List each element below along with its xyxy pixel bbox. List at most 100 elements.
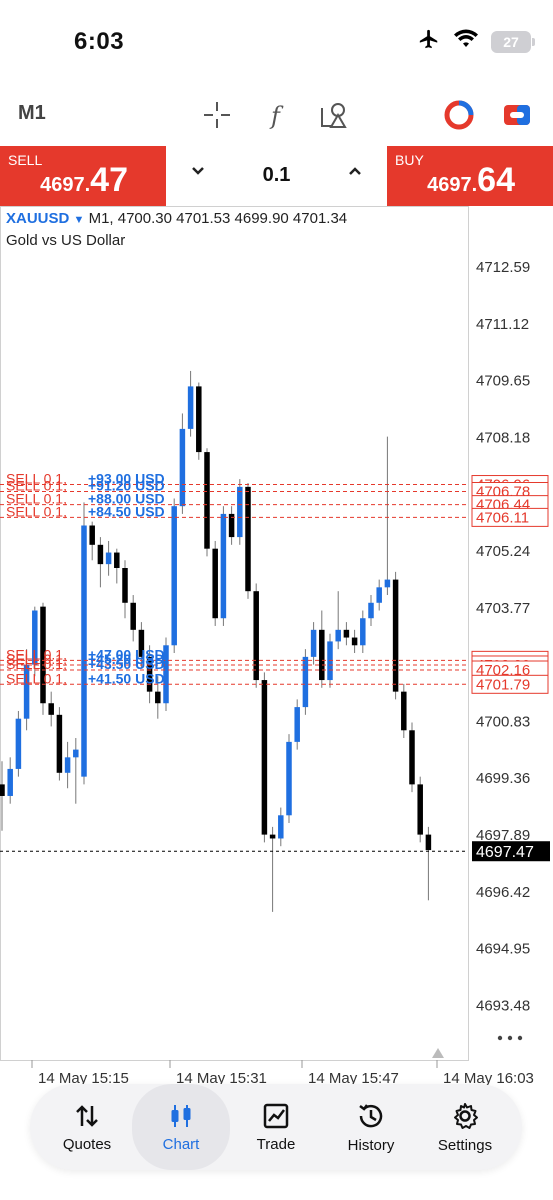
symbol-dropdown-icon[interactable]: ▼ [74, 214, 85, 226]
more-dots-icon[interactable] [497, 1035, 503, 1041]
candle-body [15, 718, 22, 769]
candle-body [48, 703, 54, 715]
nav-trade[interactable]: Trade [227, 1084, 325, 1170]
y-tick-label: 4708.18 [476, 429, 530, 446]
lot-increase-chevron-up-icon[interactable] [347, 162, 363, 185]
buy-label: BUY [395, 152, 424, 168]
candle-body [392, 579, 399, 692]
candle-body [245, 486, 251, 592]
candle-body [187, 386, 194, 429]
history-clock-icon [359, 1103, 383, 1127]
objects-icon[interactable] [318, 98, 352, 132]
candle-body [319, 629, 325, 681]
buy-price-small: 4697. [427, 174, 478, 196]
y-tick-label: 4696.42 [476, 884, 530, 901]
sell-label: SELL [8, 152, 43, 168]
lot-size-control: 0.1 [166, 146, 387, 206]
sell-price-big: 47 [90, 161, 128, 199]
chart-description: Gold vs US Dollar [6, 232, 126, 249]
candle-body [64, 757, 71, 773]
candle-body [302, 656, 309, 708]
candle-body [0, 784, 5, 796]
candle-body [384, 579, 391, 588]
candle-body [7, 768, 13, 796]
candle-body [122, 568, 128, 603]
candle-body [97, 544, 104, 565]
chart-canvas[interactable]: 4712.59 4711.12 4709.65 4708.18 4705.24 4703.… [0, 206, 553, 1087]
candle-body [360, 618, 366, 646]
candle-body [89, 525, 95, 545]
candle-body [237, 486, 243, 538]
sell-button[interactable]: SELL 4697.47 [0, 146, 166, 206]
candle-body [286, 741, 292, 816]
nav-history-label: History [347, 1136, 395, 1154]
nav-chart[interactable]: Chart [132, 1084, 230, 1170]
candles-icon [171, 1104, 191, 1127]
scroll-end-icon[interactable] [432, 1048, 444, 1058]
candle-body [56, 714, 63, 773]
sell-price-small: 4697. [40, 174, 91, 196]
candle-body [105, 552, 112, 565]
y-tick-label: 4703.77 [476, 600, 530, 617]
nav-settings[interactable]: Settings [416, 1084, 514, 1170]
candle-body [114, 552, 120, 569]
candle-body [171, 506, 177, 646]
gear-icon [454, 1102, 478, 1129]
candle-body [253, 591, 259, 681]
airplane-icon [417, 28, 441, 55]
quotes-arrows-icon [76, 1104, 98, 1127]
price-chart[interactable]: 4712.59 4711.12 4709.65 4708.18 4705.24 4703.… [0, 206, 553, 1087]
y-tick-label: 4700.83 [476, 713, 530, 730]
sell-price: 4697.47 [40, 161, 128, 200]
candle-body [335, 629, 341, 642]
order-upper-price-label: 4706.11 [476, 509, 529, 526]
one-click-trading-icon[interactable] [500, 98, 534, 132]
more-dots-icon[interactable] [517, 1035, 523, 1041]
chart-ohlc: M1, 4700.30 4701.53 4699.90 4701.34 [88, 210, 348, 227]
trading-signals-icon[interactable] [442, 98, 476, 132]
status-icons: 27 [417, 28, 535, 55]
nav-history[interactable]: History [322, 1084, 420, 1170]
crosshair-icon[interactable] [200, 98, 234, 132]
y-tick-label: 4711.12 [476, 316, 529, 333]
timeframe-button[interactable]: M1 [18, 102, 46, 125]
y-tick-label: 4705.24 [476, 543, 530, 560]
more-dots-icon[interactable] [507, 1035, 513, 1041]
candle-body [368, 602, 374, 619]
nav-settings-label: Settings [437, 1136, 493, 1154]
candle-body [310, 629, 317, 657]
candle-body [343, 629, 350, 638]
chart-title: XAUUSD ▼ M1, 4700.30 4701.53 4699.90 470… [6, 210, 347, 227]
chart-symbol[interactable]: XAUUSD [6, 210, 69, 227]
y-tick-label: 4712.59 [476, 259, 530, 276]
battery-indicator: 27 [491, 30, 535, 53]
trade-chart-icon [263, 1103, 289, 1128]
candle-body [130, 602, 136, 630]
buy-button[interactable]: BUY 4697.64 [387, 146, 553, 206]
candle-body [376, 587, 382, 603]
candle-body [196, 386, 202, 453]
nav-trade-label: Trade [256, 1135, 296, 1153]
nav-chart-label: Chart [162, 1135, 200, 1153]
candle-body [81, 525, 87, 777]
svg-text:f: f [269, 102, 284, 130]
candle-body [294, 707, 300, 742]
buy-price-big: 64 [477, 161, 515, 199]
buy-price: 4697.64 [427, 161, 515, 200]
wifi-icon [453, 29, 479, 54]
status-time: 6:03 [74, 28, 125, 55]
candle-body [409, 730, 415, 785]
candle-body [417, 784, 423, 835]
order-upper-profit: +84.50 USD [88, 503, 165, 519]
trade-panel: SELL 4697.47 0.1 BUY 4697.64 [0, 146, 553, 206]
bottom-navigation: Quotes Chart Trade History Settings [30, 1084, 522, 1170]
candle-body [401, 691, 407, 731]
nav-quotes[interactable]: Quotes [38, 1084, 136, 1170]
y-tick-label: 4699.36 [476, 770, 530, 787]
chart-toolbar: M1 f [0, 90, 553, 138]
candle-body [351, 637, 358, 646]
indicators-icon[interactable]: f [260, 98, 294, 132]
candle-body [204, 452, 210, 549]
order-lower-price-label: 4701.79 [476, 676, 530, 693]
order-upper-label: SELL 0.1, [6, 503, 67, 519]
